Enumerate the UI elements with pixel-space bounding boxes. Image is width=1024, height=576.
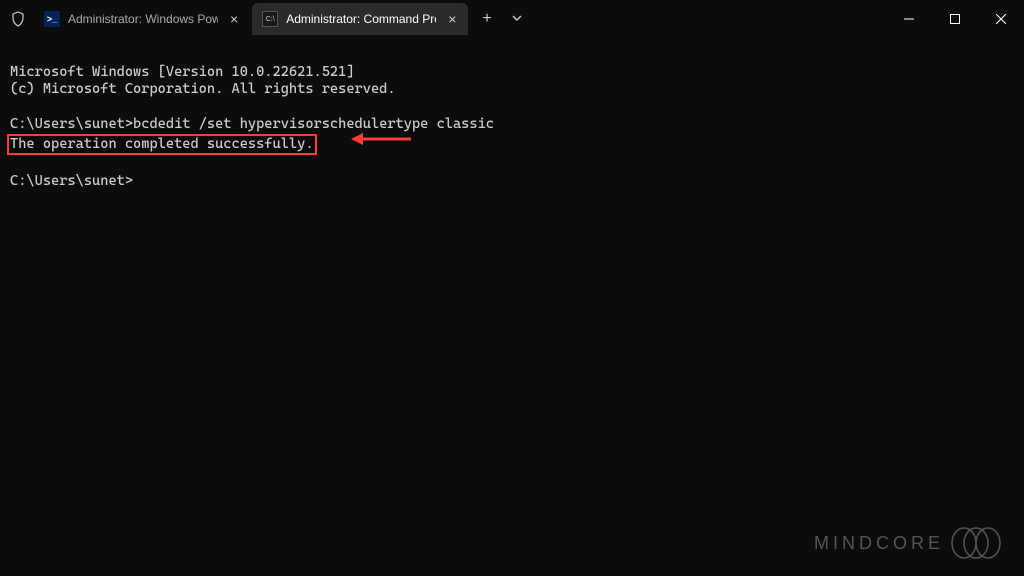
tab-cmd[interactable]: C:\ Administrator: Command Pro ×	[252, 3, 468, 35]
close-icon[interactable]: ×	[446, 11, 458, 27]
watermark-text: MINDCORE	[814, 533, 944, 554]
tab-title: Administrator: Windows Powe	[68, 12, 218, 26]
window-titlebar: >_ Administrator: Windows Powe × C:\ Adm…	[0, 0, 1024, 38]
tab-powershell[interactable]: >_ Administrator: Windows Powe ×	[34, 3, 250, 35]
minimize-button[interactable]	[886, 0, 932, 38]
tab-dropdown-button[interactable]	[504, 13, 530, 26]
result-text: The operation completed successfully.	[10, 136, 314, 152]
result-highlight: The operation completed successfully.	[7, 134, 317, 156]
tab-title: Administrator: Command Pro	[286, 12, 436, 26]
annotation-arrow-icon	[335, 112, 411, 153]
terminal-output[interactable]: Microsoft Windows [Version 10.0.22621.52…	[0, 38, 1024, 216]
banner-line: (c) Microsoft Corporation. All rights re…	[10, 81, 396, 97]
shield-icon	[10, 11, 26, 27]
close-button[interactable]	[978, 0, 1024, 38]
banner-line: Microsoft Windows [Version 10.0.22621.52…	[10, 64, 355, 80]
cmd-icon: C:\	[262, 11, 278, 27]
command-text: bcdedit /set hypervisorschedulertype cla…	[133, 116, 494, 132]
maximize-button[interactable]	[932, 0, 978, 38]
new-tab-button[interactable]: +	[470, 10, 503, 28]
prompt: C:\Users\sunet>	[10, 173, 133, 189]
close-icon[interactable]: ×	[228, 11, 240, 27]
prompt: C:\Users\sunet>	[10, 116, 133, 132]
watermark: MINDCORE	[814, 526, 1006, 560]
powershell-icon: >_	[44, 11, 60, 27]
window-controls	[886, 0, 1024, 38]
